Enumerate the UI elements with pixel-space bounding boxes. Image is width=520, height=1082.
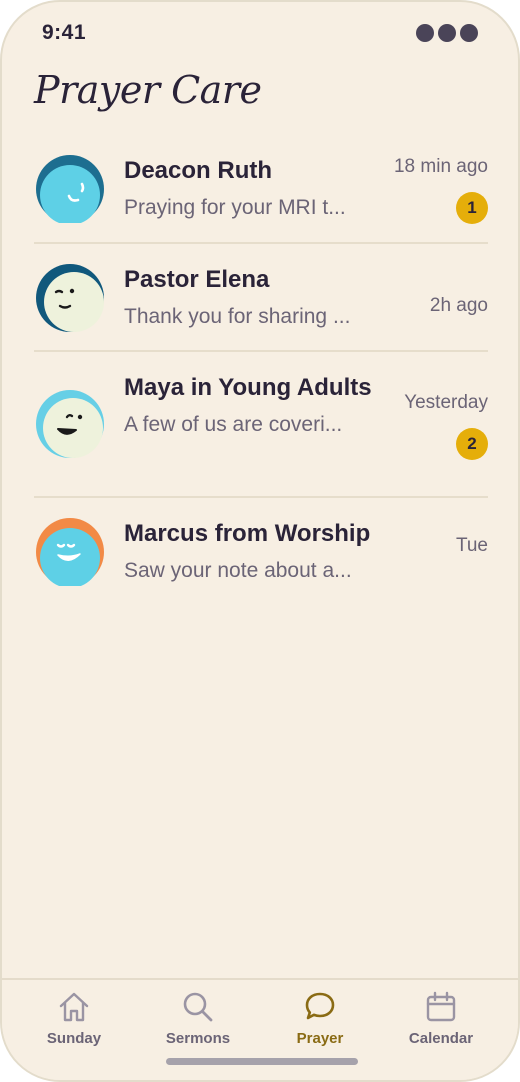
contact-name: Maya in Young Adults <box>124 374 372 401</box>
avatar <box>36 390 104 458</box>
conversation-text: Maya in Young Adults A few of us are cov… <box>124 369 380 443</box>
status-indicator-dots <box>416 24 478 42</box>
message-time: Yesterday <box>404 392 488 413</box>
message-time: Tue <box>455 535 488 556</box>
conversation-text: Deacon Ruth Praying for your MRI t... <box>124 152 380 226</box>
message-preview: Saw your note about a... <box>124 559 352 582</box>
grinning-face-icon <box>36 390 104 458</box>
tab-label: Sermons <box>165 1030 231 1047</box>
smiling-face-icon <box>36 155 104 223</box>
message-preview: A few of us are coveri... <box>124 413 343 436</box>
search-icon <box>183 992 213 1022</box>
contact-name: Marcus from Worship <box>124 520 371 547</box>
avatar <box>36 264 104 332</box>
conversation-item-maya[interactable]: Maya in Young Adults A few of us are cov… <box>34 352 488 498</box>
winking-face-icon <box>36 264 104 332</box>
status-dot <box>438 24 456 42</box>
tab-prayer[interactable]: Prayer <box>270 990 370 1047</box>
chat-bubble-icon <box>305 992 335 1020</box>
conversation-text: Marcus from Worship Saw your note about … <box>124 515 380 589</box>
message-time: 18 min ago <box>393 156 488 177</box>
avatar <box>36 155 104 223</box>
conversation-item-marcus[interactable]: Marcus from Worship Saw your note about … <box>34 498 488 608</box>
conversation-text: Pastor Elena Thank you for sharing ... <box>124 261 380 335</box>
calendar-icon <box>426 991 456 1022</box>
phone-screen: 9:41 Prayer Care Deacon Ruth Praying for… <box>0 0 520 1082</box>
unread-count-badge: 2 <box>456 428 488 460</box>
tab-sermons[interactable]: Sermons <box>148 990 248 1047</box>
avatar <box>36 518 104 586</box>
tab-bar: Sunday Sermons Prayer Calendar <box>2 978 518 1080</box>
page-title: Prayer Care <box>34 68 262 112</box>
tab-label: Calendar <box>408 1030 474 1047</box>
conversation-item-pastor-elena[interactable]: Pastor Elena Thank you for sharing ... 2… <box>34 244 488 352</box>
home-icon <box>59 992 89 1022</box>
contact-name: Pastor Elena <box>124 266 270 293</box>
conversation-item-deacon-ruth[interactable]: Deacon Ruth Praying for your MRI t... 18… <box>34 134 488 244</box>
message-preview: Praying for your MRI t... <box>124 196 346 219</box>
conversation-list: Deacon Ruth Praying for your MRI t... 18… <box>34 134 488 608</box>
message-time: 2h ago <box>429 295 488 316</box>
happy-face-icon <box>36 518 104 586</box>
contact-name: Deacon Ruth <box>124 157 273 184</box>
unread-count-badge: 1 <box>456 192 488 224</box>
tab-sunday[interactable]: Sunday <box>24 990 124 1047</box>
tab-label: Prayer <box>296 1030 344 1047</box>
status-time: 9:41 <box>42 21 87 44</box>
tab-label: Sunday <box>46 1030 102 1047</box>
tab-calendar[interactable]: Calendar <box>391 990 491 1047</box>
status-dot <box>416 24 434 42</box>
home-indicator[interactable] <box>166 1058 358 1065</box>
status-dot <box>460 24 478 42</box>
message-preview: Thank you for sharing ... <box>124 305 351 328</box>
